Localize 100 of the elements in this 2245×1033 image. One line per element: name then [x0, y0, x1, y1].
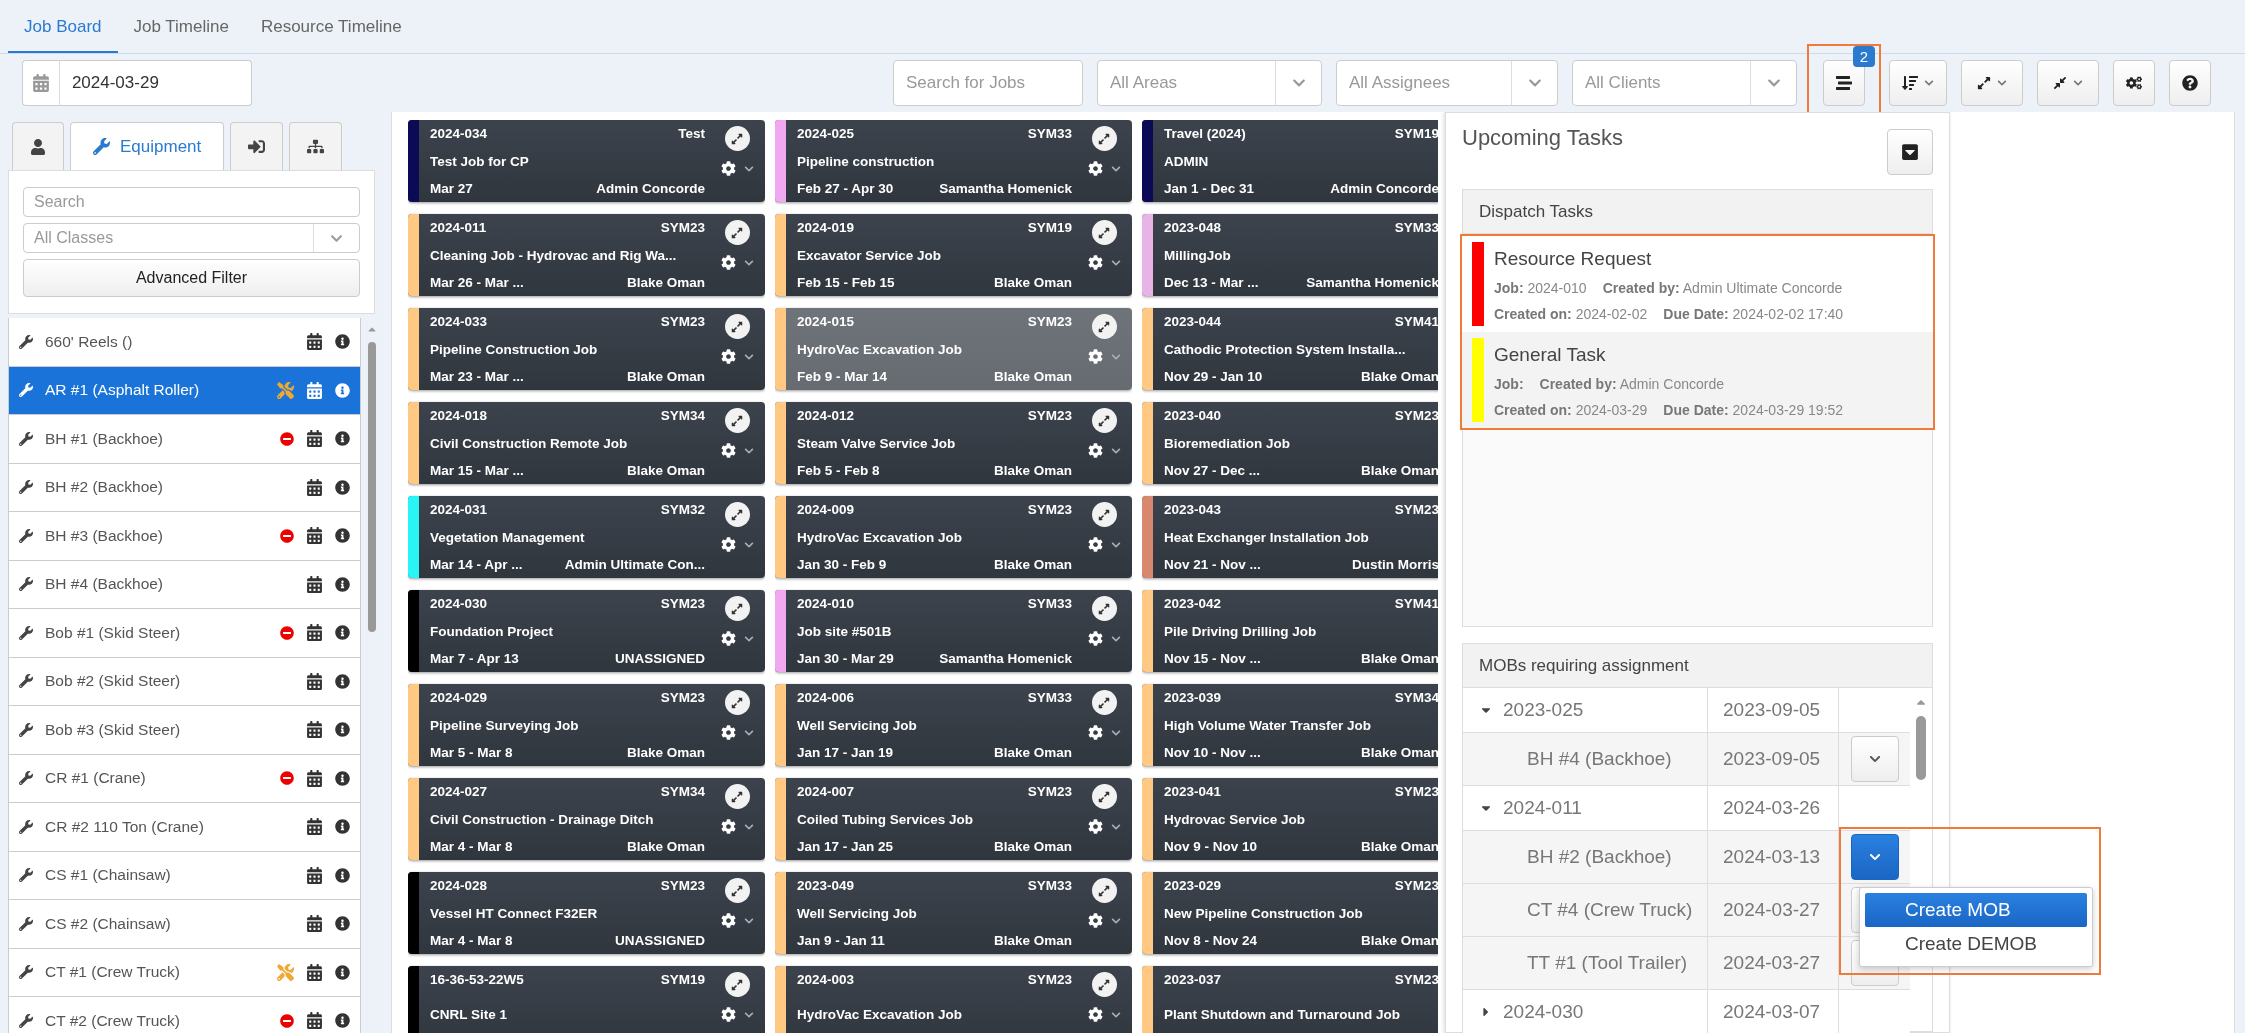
help-button[interactable] — [2169, 60, 2211, 106]
collapse-button[interactable] — [2037, 60, 2099, 106]
info-icon[interactable] — [335, 576, 350, 592]
expand-icon[interactable] — [724, 220, 750, 245]
settings-icon[interactable] — [720, 631, 736, 646]
settings-icon[interactable] — [1087, 349, 1103, 364]
info-icon[interactable] — [335, 722, 350, 738]
calendar-icon[interactable] — [306, 721, 323, 739]
info-icon[interactable] — [335, 673, 350, 689]
panel-tab[interactable] — [230, 122, 284, 170]
calendar-icon[interactable] — [306, 478, 323, 496]
chevron-down-icon[interactable] — [1110, 1009, 1121, 1020]
expand-icon[interactable] — [1091, 314, 1117, 339]
calendar-icon[interactable] — [306, 1012, 323, 1030]
expand-icon[interactable] — [724, 314, 750, 339]
job-card[interactable]: 2024-033 SYM23 Pipeline Construction Job Mar 23 - Mar ... Blake Oman — [408, 308, 765, 390]
menu-item[interactable]: Create DEMOB — [1865, 927, 2087, 961]
scrollbar-thumb[interactable] — [368, 342, 376, 632]
job-card[interactable]: 2023-042 SYM41 Pile Driving Drilling Job Nov 15 - Nov ... Blake Oman — [1142, 590, 1438, 672]
equipment-item[interactable]: CR #1 (Crane) — [9, 754, 361, 803]
settings-icon[interactable] — [720, 349, 736, 364]
settings-icon[interactable] — [720, 443, 736, 458]
job-card[interactable]: 2024-003 SYM23 HydroVac Excavation Job — [775, 966, 1132, 1033]
job-card[interactable]: 2024-011 SYM23 Cleaning Job - Hydrovac and Rig Wa... Mar 26 - Mar ... Blake Oman — [408, 214, 765, 296]
info-icon[interactable] — [335, 964, 350, 980]
job-card[interactable]: 2023-044 SYM41 Cathodic Protection System Installa... Nov 29 - Jan 10 Blake Oman — [1142, 308, 1438, 390]
settings-icon[interactable] — [1087, 819, 1103, 834]
expand-icon[interactable] — [724, 784, 750, 809]
search-field[interactable]: Search for Jobs — [893, 60, 1083, 106]
info-icon[interactable] — [335, 916, 350, 932]
settings-icon[interactable] — [720, 819, 736, 834]
equipment-item[interactable]: CS #2 (Chainsaw) — [9, 900, 361, 949]
expand-icon[interactable] — [1091, 878, 1117, 903]
calendar-icon[interactable] — [306, 963, 323, 981]
info-icon[interactable] — [335, 334, 350, 350]
panel-tab[interactable]: Equipment — [70, 122, 225, 170]
tasks-button[interactable] — [1823, 60, 1865, 106]
settings-icon[interactable] — [1087, 255, 1103, 270]
calendar-icon[interactable] — [306, 575, 323, 593]
calendar-icon[interactable] — [306, 333, 323, 351]
expand-icon[interactable] — [1091, 596, 1117, 621]
equipment-item[interactable]: CT #1 (Crew Truck) — [9, 948, 361, 997]
menu-item[interactable]: Create MOB — [1865, 893, 2087, 927]
equipment-item[interactable]: CS #1 (Chainsaw) — [9, 851, 361, 900]
chevron-down-icon[interactable] — [743, 915, 754, 926]
info-icon[interactable] — [335, 625, 350, 641]
calendar-icon[interactable] — [306, 624, 323, 642]
collapse-panel-button[interactable] — [1887, 129, 1933, 175]
expand-icon[interactable] — [1091, 220, 1117, 245]
settings-icon[interactable] — [720, 1007, 736, 1022]
info-icon[interactable] — [335, 479, 350, 495]
chevron-down-icon[interactable] — [743, 163, 754, 174]
calendar-icon[interactable] — [306, 915, 323, 933]
chevron-down-icon[interactable] — [1110, 539, 1121, 550]
equipment-item[interactable]: Bob #2 (Skid Steer) — [9, 657, 361, 706]
job-card[interactable]: 2024-007 SYM23 Coiled Tubing Services Job Jan 17 - Jan 25 Blake Oman — [775, 778, 1132, 860]
info-icon[interactable] — [335, 528, 350, 544]
info-icon[interactable] — [335, 431, 350, 447]
expand-icon[interactable] — [724, 972, 750, 997]
job-card[interactable]: 2023-037 SYM23 Plant Shutdown and Turnaround Job — [1142, 966, 1438, 1033]
settings-icon[interactable] — [1087, 161, 1103, 176]
equipment-item[interactable]: BH #1 (Backhoe) — [9, 415, 361, 464]
job-card[interactable]: 2024-010 SYM33 Job site #501B Jan 30 - Mar 29 Samantha Homenick — [775, 590, 1132, 672]
search-field[interactable]: Search — [23, 187, 360, 217]
job-card[interactable]: 2023-039 SYM34 High Volume Water Transfer Job Nov 10 - Nov ... Blake Oman — [1142, 684, 1438, 766]
job-card[interactable]: 2024-006 SYM33 Well Servicing Job Jan 17 - Jan 19 Blake Oman — [775, 684, 1132, 766]
expand-icon[interactable] — [1091, 126, 1117, 151]
chevron-down-icon[interactable] — [1110, 633, 1121, 644]
job-card[interactable]: 2024-019 SYM19 Excavator Service Job Feb 15 - Feb 15 Blake Oman — [775, 214, 1132, 296]
job-card[interactable]: 2024-025 SYM33 Pipeline construction Feb 27 - Apr 30 Samantha Homenick — [775, 120, 1132, 202]
job-card[interactable]: 2023-040 SYM23 Bioremediation Job Nov 27 - Dec ... Blake Oman — [1142, 402, 1438, 484]
equipment-item[interactable]: CR #2 110 Ton (Crane) — [9, 803, 361, 852]
expand-icon[interactable] — [1091, 784, 1117, 809]
chevron-down-icon[interactable] — [743, 445, 754, 456]
job-card[interactable]: 2024-009 SYM23 HydroVac Excavation Job Jan 30 - Feb 9 Blake Oman — [775, 496, 1132, 578]
info-icon[interactable] — [335, 770, 350, 786]
expand-icon[interactable] — [724, 408, 750, 433]
chevron-down-icon[interactable] — [1110, 727, 1121, 738]
equipment-item[interactable]: Bob #3 (Skid Steer) — [9, 706, 361, 755]
scrollbar-thumb[interactable] — [1916, 716, 1926, 780]
job-card[interactable]: 2024-028 SYM23 Vessel HT Connect F32ER Mar 4 - Mar 8 UNASSIGNED — [408, 872, 765, 954]
equipment-item[interactable]: 660' Reels () — [9, 318, 361, 367]
calendar-icon[interactable] — [306, 818, 323, 836]
calendar-icon[interactable] — [306, 527, 323, 545]
job-card[interactable]: Travel (2024) SYM19 ADMIN Jan 1 - Dec 31 Admin Concorde — [1142, 120, 1438, 202]
equipment-item[interactable]: BH #2 (Backhoe) — [9, 463, 361, 512]
expand-icon[interactable] — [1091, 408, 1117, 433]
expand-icon[interactable] — [724, 502, 750, 527]
chevron-down-icon[interactable] — [743, 351, 754, 362]
chevron-down-icon[interactable] — [743, 633, 754, 644]
job-card[interactable]: 2023-049 SYM33 Well Servicing Job Jan 9 - Jan 11 Blake Oman — [775, 872, 1132, 954]
panel-tab[interactable] — [12, 122, 64, 170]
job-card[interactable]: 2024-012 SYM23 Steam Valve Service Job Feb 5 - Feb 8 Blake Oman — [775, 402, 1132, 484]
chevron-down-icon[interactable] — [743, 727, 754, 738]
chevron-down-icon[interactable] — [743, 821, 754, 832]
chevron-down-icon[interactable] — [743, 539, 754, 550]
settings-icon[interactable] — [1087, 725, 1103, 740]
chevron-down-icon[interactable] — [1110, 915, 1121, 926]
equipment-item[interactable]: BH #4 (Backhoe) — [9, 560, 361, 609]
settings-icon[interactable] — [1087, 443, 1103, 458]
